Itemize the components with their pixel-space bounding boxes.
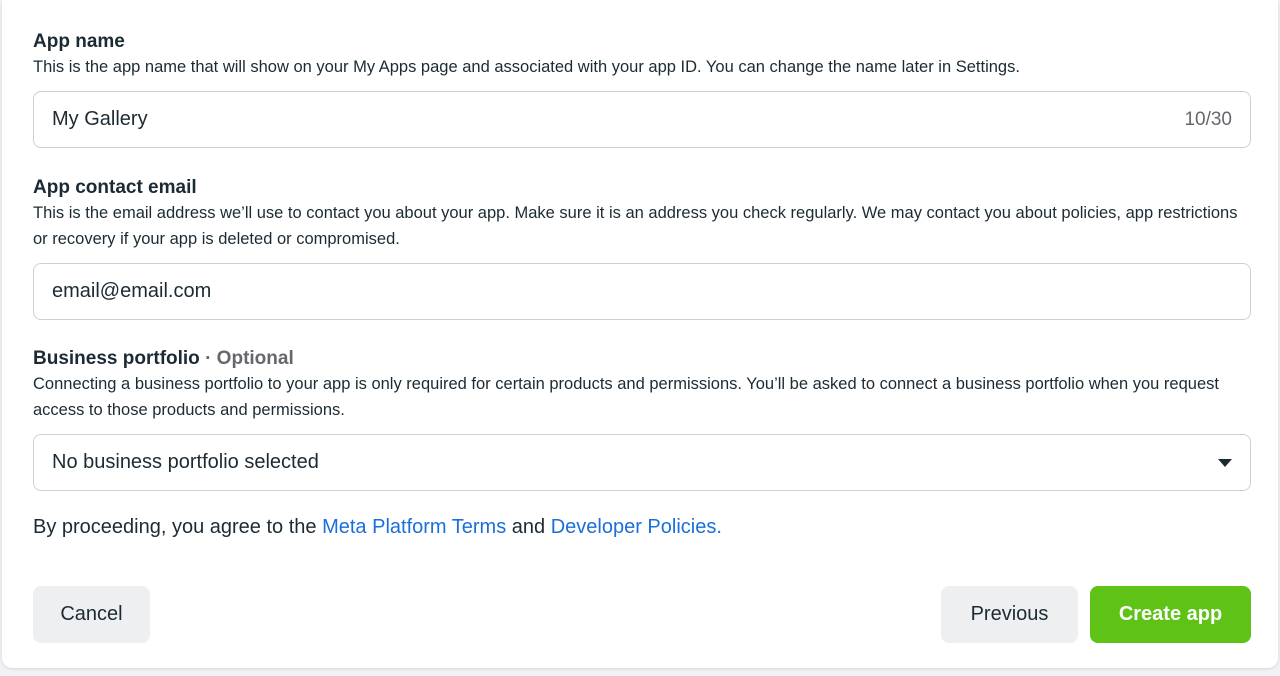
agreement-prefix: By proceeding, you agree to the xyxy=(33,516,323,538)
cancel-button[interactable]: Cancel xyxy=(33,586,150,643)
business-portfolio-description: Connecting a business portfolio to your … xyxy=(33,375,1219,419)
app-name-input[interactable]: My Gallery 10/30 xyxy=(33,91,1251,148)
create-app-card: App name This is the app name that will … xyxy=(2,0,1278,668)
developer-policies-link[interactable]: Developer Policies. xyxy=(551,516,722,538)
app-name-section: App name This is the app name that will … xyxy=(33,30,1251,80)
contact-email-label: App contact email xyxy=(33,177,197,198)
business-portfolio-selected-value[interactable]: No business portfolio selected xyxy=(52,451,1218,474)
app-name-value[interactable]: My Gallery xyxy=(52,108,1184,131)
business-portfolio-title: Business portfolio xyxy=(33,348,200,369)
optional-tag: · Optional xyxy=(199,348,294,369)
app-name-description: This is the app name that will show on y… xyxy=(33,58,1020,76)
app-name-char-counter: 10/30 xyxy=(1184,108,1232,130)
caret-down-icon[interactable] xyxy=(1218,458,1232,467)
previous-button[interactable]: Previous xyxy=(941,586,1078,643)
agreement-middle: and xyxy=(506,516,551,538)
app-name-label: App name xyxy=(33,31,125,52)
create-app-button[interactable]: Create app xyxy=(1090,586,1251,643)
terms-agreement: By proceeding, you agree to the Meta Pla… xyxy=(33,516,722,539)
business-portfolio-section: Business portfolio · Optional Connecting… xyxy=(33,347,1251,423)
contact-email-value[interactable]: email@email.com xyxy=(52,280,1232,303)
contact-email-input[interactable]: email@email.com xyxy=(33,263,1251,320)
business-portfolio-select[interactable]: No business portfolio selected xyxy=(33,434,1251,491)
contact-email-section: App contact email This is the email addr… xyxy=(33,176,1251,252)
contact-email-description: This is the email address we’ll use to c… xyxy=(33,204,1238,248)
business-portfolio-label: Business portfolio · Optional xyxy=(33,347,1251,371)
meta-platform-terms-link[interactable]: Meta Platform Terms xyxy=(322,516,506,538)
